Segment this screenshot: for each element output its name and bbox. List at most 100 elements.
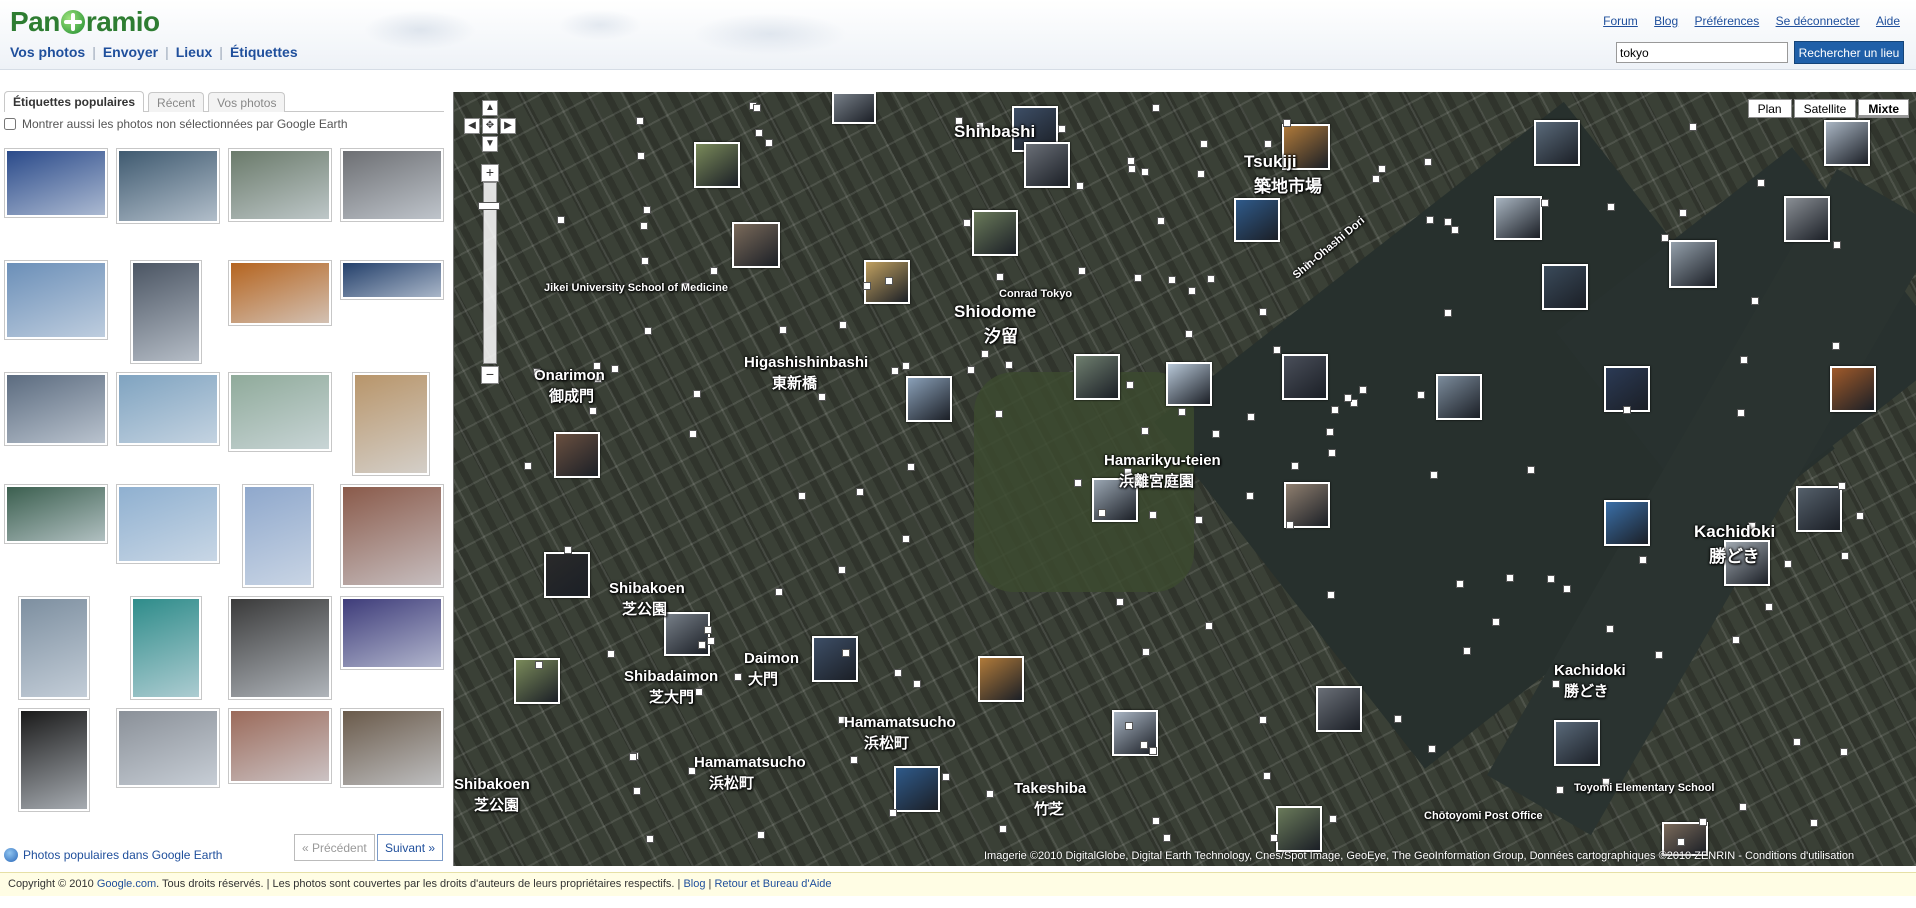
google-earth-popular-link[interactable]: Photos populaires dans Google Earth [4,848,222,862]
tab-recent[interactable]: Récent [148,92,205,112]
map-photo-pin[interactable] [798,492,806,500]
map-photo-pin[interactable] [902,362,910,370]
map-photo-pin[interactable] [1076,182,1084,190]
footer-google-link[interactable]: Google.com [97,878,156,890]
nav-upload[interactable]: Envoyer [103,44,158,60]
panoramio-logo[interactable]: Pan ramio [10,6,160,38]
photo-thumbnail[interactable] [340,708,444,788]
map-photo-pin[interactable] [891,367,899,375]
map-photo-pin[interactable] [693,390,701,398]
map-photo-pin[interactable] [1326,428,1334,436]
map-photo-pin[interactable] [1456,580,1464,588]
map-photo-pin[interactable] [1428,745,1436,753]
map-photo-pin[interactable] [707,637,715,645]
map-photo-pin[interactable] [1639,556,1647,564]
map-photo-pin[interactable] [1205,622,1213,630]
map-photo-pin[interactable] [1541,199,1549,207]
map-photo-pin[interactable] [1185,330,1193,338]
pan-right-button[interactable]: ▶ [500,118,516,134]
blog-link[interactable]: Blog [1654,14,1678,28]
map-photo-pin[interactable] [1152,817,1160,825]
map-photo-marker[interactable] [1534,120,1580,166]
map-photo-pin[interactable] [1417,391,1425,399]
map-photo-pin[interactable] [856,488,864,496]
map-photo-pin[interactable] [981,350,989,358]
pan-up-button[interactable]: ▲ [482,100,498,116]
map-photo-pin[interactable] [1506,574,1514,582]
map-photo-pin[interactable] [1263,772,1271,780]
previous-page-button[interactable]: « Précédent [294,834,375,861]
map-photo-marker[interactable] [664,612,710,656]
map-type-plan-button[interactable]: Plan [1747,99,1792,118]
zoom-out-button[interactable]: − [481,366,499,384]
nav-your-photos[interactable]: Vos photos [10,44,85,60]
map-photo-pin[interactable] [710,267,718,275]
map-photo-pin[interactable] [1372,175,1380,183]
map-photo-pin[interactable] [1378,165,1386,173]
map-photo-pin[interactable] [1739,803,1747,811]
map-photo-marker[interactable] [832,92,876,124]
map-photo-pin[interactable] [1661,234,1669,242]
map-photo-pin[interactable] [734,673,742,681]
map-photo-pin[interactable] [1207,275,1215,283]
map-photo-pin[interactable] [1328,449,1336,457]
map-photo-pin[interactable] [1246,492,1254,500]
search-place-button[interactable]: Rechercher un lieu [1794,41,1904,64]
forum-link[interactable]: Forum [1603,14,1638,28]
next-page-button[interactable]: Suivant » [377,834,444,861]
map-photo-pin[interactable] [1344,394,1352,402]
map-photo-pin[interactable] [1195,516,1203,524]
map-photo-pin[interactable] [1430,471,1438,479]
map-photo-pin[interactable] [1527,466,1535,474]
map-photo-pin[interactable] [1832,342,1840,350]
map-photo-pin[interactable] [1286,521,1294,529]
photo-thumbnail[interactable] [116,484,220,564]
map-photo-pin[interactable] [1273,346,1281,354]
map-photo-pin[interactable] [753,104,761,112]
photo-thumbnail[interactable] [228,260,332,326]
map-photo-pin[interactable] [695,688,703,696]
photo-thumbnail[interactable] [116,708,220,788]
map-photo-pin[interactable] [589,407,597,415]
map-photo-pin[interactable] [1259,308,1267,316]
map-photo-pin[interactable] [1126,381,1134,389]
map-photo-pin[interactable] [1424,158,1432,166]
map-photo-pin[interactable] [1152,104,1160,112]
map-photo-pin[interactable] [818,393,826,401]
photo-thumbnail[interactable] [116,148,220,224]
map-photo-pin[interactable] [838,566,846,574]
nav-places[interactable]: Lieux [176,44,213,60]
map-photo-pin[interactable] [1765,603,1773,611]
map-photo-pin[interactable] [1444,309,1452,317]
map-photo-pin[interactable] [1141,427,1149,435]
map-photo-pin[interactable] [1283,119,1291,127]
map-photo-pin[interactable] [765,139,773,147]
map-photo-marker[interactable] [1494,196,1542,240]
map-photo-pin[interactable] [1247,413,1255,421]
map-photo-pin[interactable] [607,650,615,658]
map-photo-pin[interactable] [640,222,648,230]
map-photo-marker[interactable] [1554,720,1600,766]
map-photo-pin[interactable] [1451,226,1459,234]
map-photo-pin[interactable] [1552,680,1560,688]
map-photo-pin[interactable] [999,825,1007,833]
map-photo-pin[interactable] [1134,274,1142,282]
photo-thumbnail[interactable] [4,260,108,340]
map-photo-pin[interactable] [1740,356,1748,364]
map-photo-pin[interactable] [894,669,902,677]
map-photo-pin[interactable] [1327,591,1335,599]
map-photo-pin[interactable] [643,206,651,214]
satellite-map[interactable]: Shinbashi Tsukiji 築地市場 Shiodome 汐留 Higas… [453,92,1916,866]
map-photo-pin[interactable] [942,773,950,781]
map-photo-pin[interactable] [633,787,641,795]
map-photo-pin[interactable] [1563,585,1571,593]
map-type-hybrid-button[interactable]: Mixte [1858,99,1909,118]
map-photo-pin[interactable] [641,257,649,265]
tab-your-photos[interactable]: Vos photos [208,92,286,112]
map-photo-pin[interactable] [1149,511,1157,519]
photo-thumbnail[interactable] [116,372,220,446]
map-photo-marker[interactable] [1604,500,1650,546]
map-photo-pin[interactable] [1142,648,1150,656]
photo-thumbnail[interactable] [352,372,430,476]
map-photo-pin[interactable] [1556,786,1564,794]
